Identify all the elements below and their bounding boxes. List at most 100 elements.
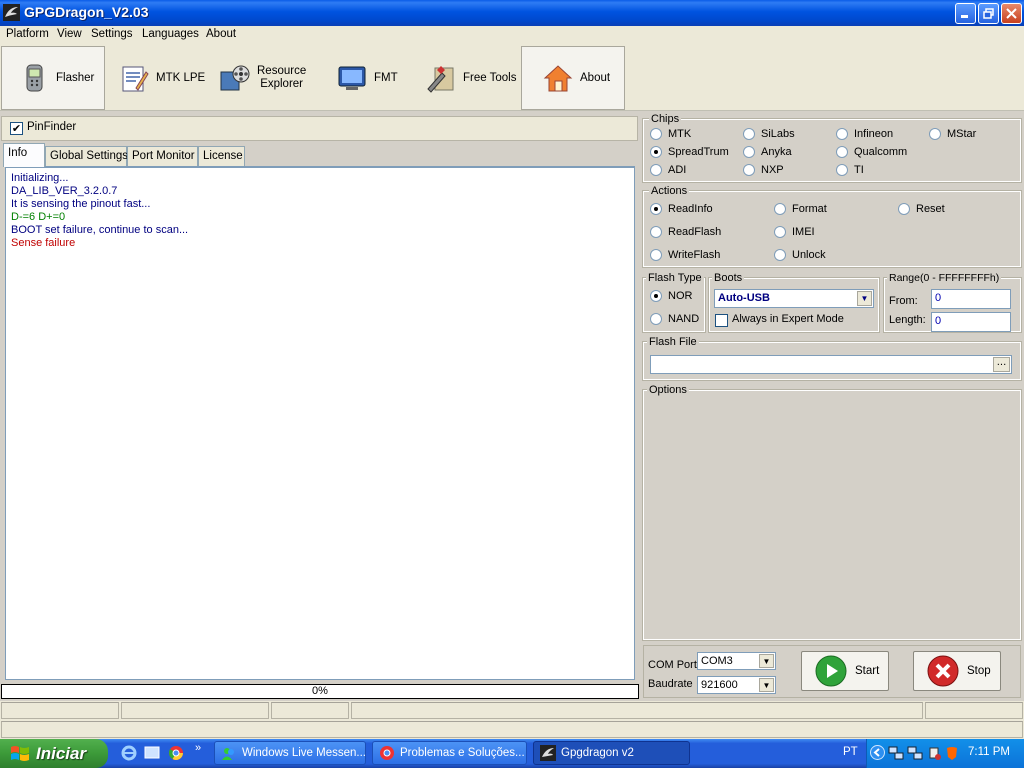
com-port-select[interactable]: COM3 ▼: [697, 652, 776, 670]
close-button[interactable]: [1001, 3, 1022, 24]
chip-nxp-radio[interactable]: NXP: [743, 164, 784, 176]
action-format-radio[interactable]: Format: [774, 203, 827, 215]
range-length-input[interactable]: 0: [931, 312, 1011, 332]
taskbar-item-messenger[interactable]: Windows Live Messen...: [214, 741, 366, 765]
toolbar: Flasher MTK LPE Resource Explorer FMT Fr…: [0, 45, 1024, 111]
tab-info[interactable]: Info: [3, 143, 45, 167]
chip-adi-radio[interactable]: ADI: [650, 164, 686, 176]
taskbar-item-chrome[interactable]: Problemas e Soluções...: [372, 741, 527, 765]
tab-license[interactable]: License: [198, 146, 245, 166]
progress-bar: 0%: [1, 684, 639, 699]
status-bar: [0, 701, 1024, 739]
start-label: Start: [855, 665, 880, 677]
document-edit-icon: [122, 66, 149, 92]
range-from-input[interactable]: 0: [931, 289, 1011, 309]
chip-spreadtrum-radio[interactable]: SpreadTrum: [650, 146, 729, 158]
chip-mstar-radio[interactable]: MStar: [929, 128, 976, 140]
log-line: It is sensing the pinout fast...: [11, 198, 151, 210]
range-from-label: From:: [889, 295, 918, 307]
chip-silabs-radio[interactable]: SiLabs: [743, 128, 795, 140]
log-output[interactable]: Initializing... DA_LIB_VER_3.2.0.7 It is…: [5, 166, 635, 680]
chevron-down-icon[interactable]: ▼: [857, 291, 872, 306]
expert-mode-checkbox[interactable]: [715, 314, 728, 327]
start-label: Iniciar: [36, 743, 87, 763]
tab-global-settings[interactable]: Global Settings: [45, 146, 128, 166]
about-button[interactable]: About: [521, 46, 625, 110]
action-readinfo-radio[interactable]: ReadInfo: [650, 203, 713, 215]
radio-dot: [743, 128, 755, 140]
chip-ti-label: TI: [854, 164, 864, 176]
network-icon[interactable]: [907, 745, 923, 761]
internet-explorer-icon[interactable]: [121, 745, 137, 761]
security-alert-icon[interactable]: [944, 745, 960, 761]
action-writeflash-radio[interactable]: WriteFlash: [650, 249, 720, 261]
mtk-lpe-button[interactable]: MTK LPE: [118, 46, 213, 110]
menu-view[interactable]: View: [57, 28, 82, 40]
radio-dot-selected: [650, 203, 662, 215]
resource-explorer-button[interactable]: Resource Explorer: [219, 46, 329, 110]
chip-qualcomm-radio[interactable]: Qualcomm: [836, 146, 907, 158]
action-imei-radio[interactable]: IMEI: [774, 226, 815, 238]
log-line: BOOT set failure, continue to scan...: [11, 224, 189, 236]
action-writeflash-label: WriteFlash: [668, 249, 721, 261]
chevron-down-icon[interactable]: ▼: [759, 678, 774, 692]
messenger-icon: [222, 748, 234, 760]
flash-nor-radio[interactable]: NOR: [650, 290, 692, 302]
start-menu-button[interactable]: Iniciar: [0, 739, 108, 768]
action-reset-radio[interactable]: Reset: [898, 203, 945, 215]
baudrate-label: Baudrate: [648, 678, 693, 690]
language-indicator[interactable]: PT: [843, 746, 858, 758]
chrome-icon[interactable]: [168, 745, 184, 761]
chip-mtk-radio[interactable]: MTK: [650, 128, 691, 140]
start-button[interactable]: Start: [801, 651, 889, 691]
chevron-double-right-icon[interactable]: »: [195, 742, 201, 754]
clock[interactable]: 7:11 PM: [968, 746, 1010, 758]
menu-languages[interactable]: Languages: [142, 28, 199, 40]
progress-label: 0%: [312, 685, 328, 697]
flash-file-input[interactable]: [650, 355, 1012, 374]
action-unlock-radio[interactable]: Unlock: [774, 249, 826, 261]
film-reel-icon: [220, 65, 250, 91]
stop-button[interactable]: Stop: [913, 651, 1001, 691]
log-line: Initializing...: [11, 172, 69, 184]
status-panel: [121, 702, 269, 719]
minimize-button[interactable]: [955, 3, 976, 24]
radio-dot: [774, 203, 786, 215]
chip-anyka-radio[interactable]: Anyka: [743, 146, 792, 158]
boots-select[interactable]: Auto-USB ▼: [714, 289, 874, 308]
network-icon[interactable]: [888, 745, 904, 761]
range-title: Range(0 - FFFFFFFFh): [887, 272, 1002, 284]
radio-dot: [898, 203, 910, 215]
log-line: D-=6 D+=0: [11, 211, 66, 223]
resource-label-line2: Explorer: [260, 78, 304, 90]
baudrate-select[interactable]: 921600 ▼: [697, 676, 776, 694]
radio-dot-selected: [650, 146, 662, 158]
menu-platform[interactable]: Platform: [6, 28, 49, 40]
safely-remove-hardware-icon[interactable]: [926, 745, 942, 761]
chips-title: Chips: [649, 113, 682, 125]
minimize-icon: [961, 15, 968, 18]
chevron-left-icon[interactable]: [870, 745, 885, 760]
actions-group: Actions ReadInfo Format Reset ReadFlash …: [642, 185, 1022, 268]
chip-adi-label: ADI: [668, 164, 687, 176]
pinfinder-checkbox[interactable]: ✔: [10, 122, 23, 135]
tab-port-monitor[interactable]: Port Monitor: [127, 146, 198, 166]
fmt-button[interactable]: FMT: [336, 46, 416, 110]
window-title: GPGDragon_V2.03: [24, 4, 149, 20]
restore-button[interactable]: [978, 3, 999, 24]
flash-nand-radio[interactable]: NAND: [650, 313, 699, 325]
stop-icon: [927, 655, 959, 687]
browse-button[interactable]: ...: [993, 357, 1010, 372]
taskbar-item-gpgdragon[interactable]: Gpgdragon v2: [533, 741, 690, 765]
chip-mstar-label: MStar: [947, 128, 977, 140]
flasher-button[interactable]: Flasher: [1, 46, 105, 110]
show-desktop-icon[interactable]: [144, 745, 160, 761]
phone-icon: [26, 64, 43, 92]
chip-infineon-radio[interactable]: Infineon: [836, 128, 893, 140]
chip-ti-radio[interactable]: TI: [836, 164, 864, 176]
action-readflash-radio[interactable]: ReadFlash: [650, 226, 721, 238]
free-tools-button[interactable]: Free Tools: [425, 46, 520, 110]
menu-about[interactable]: About: [206, 28, 236, 40]
chevron-down-icon[interactable]: ▼: [759, 654, 774, 668]
menu-settings[interactable]: Settings: [91, 28, 133, 40]
